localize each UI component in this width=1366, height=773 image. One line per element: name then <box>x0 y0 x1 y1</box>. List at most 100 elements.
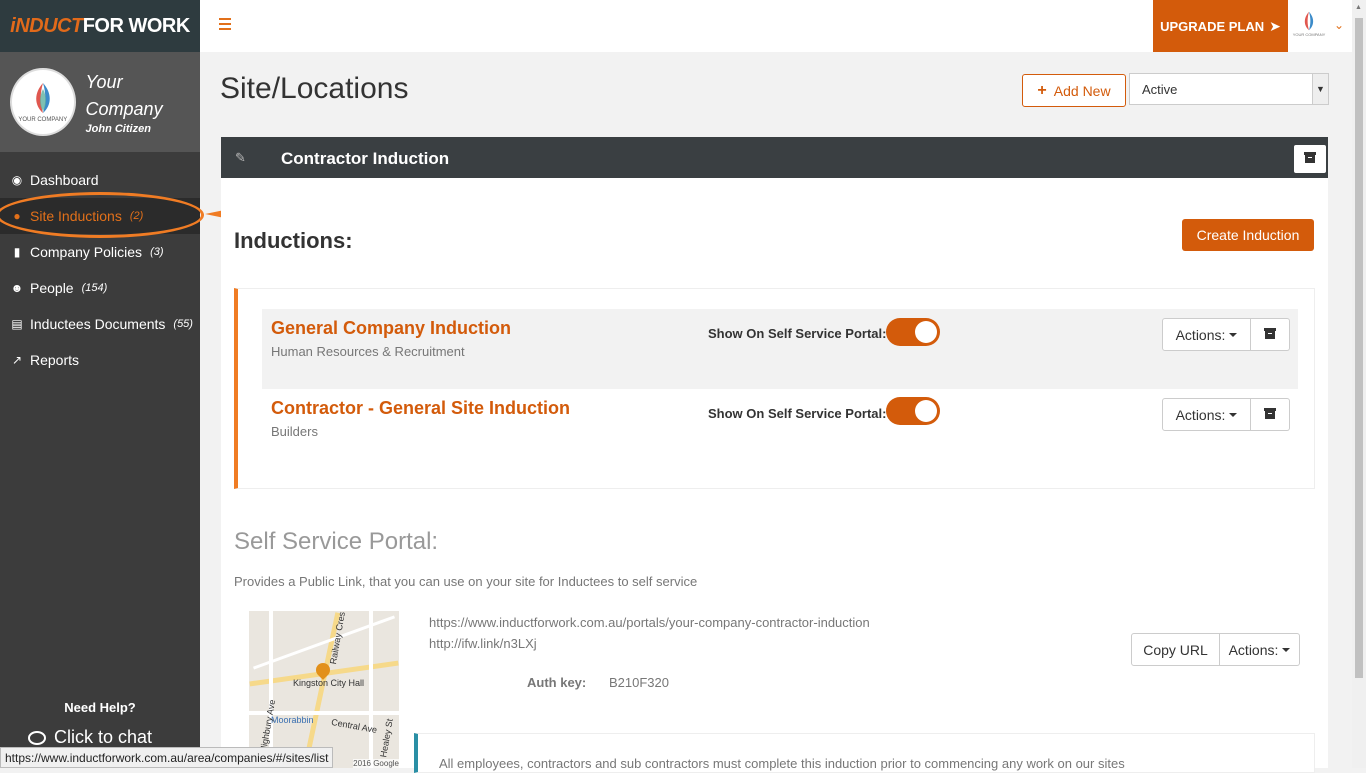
inductions-heading: Inductions: <box>234 228 353 253</box>
actions-label: Actions: <box>1175 406 1226 423</box>
portal-toggle-label: Show On Self Service Portal: <box>708 406 887 421</box>
chat-bubble-icon <box>28 730 46 745</box>
edit-icon[interactable]: ✎ <box>235 150 246 166</box>
sidebar-item-people[interactable]: ☻ People (154) <box>0 270 200 306</box>
actions-label: Actions: <box>1175 326 1226 343</box>
induction-subtitle: Builders <box>271 424 318 439</box>
chart-line-icon: ↗ <box>11 353 23 367</box>
select-arrow-icon: ▼ <box>1312 74 1328 104</box>
auth-key-value: B210F320 <box>609 675 669 690</box>
induction-actions-button[interactable]: Actions: <box>1162 398 1251 431</box>
page-title: Site/Locations <box>220 72 409 105</box>
top-bar: UPGRADE PLAN ➤ YOUR COMPANY ⌄ <box>200 0 1352 52</box>
sidebar-item-count: (55) <box>173 318 193 330</box>
company-name: Your Company <box>85 72 163 119</box>
sidebar-item-label: Reports <box>30 352 80 368</box>
account-avatar[interactable]: YOUR COMPANY <box>1292 10 1326 42</box>
map-label: Healey St <box>378 717 395 759</box>
plus-icon: + <box>1037 81 1047 99</box>
menu-toggle-icon[interactable] <box>219 18 231 32</box>
portal-toggle[interactable] <box>886 318 940 346</box>
chat-link[interactable]: Click to chat <box>28 727 152 748</box>
induction-row: Contractor - General Site Induction Buil… <box>262 389 1298 469</box>
status-filter-select[interactable]: Active ▼ <box>1129 73 1329 105</box>
company-logo: YOUR COMPANY <box>10 68 76 136</box>
need-help-label: Need Help? <box>64 700 136 715</box>
sidebar: iNDUCT FOR WORK YOUR COMPANY Your Company… <box>0 0 200 768</box>
add-new-label: Add New <box>1053 82 1111 99</box>
account-avatar-text: YOUR COMPANY <box>1292 32 1326 37</box>
toggle-knob <box>915 400 937 422</box>
portal-description: Provides a Public Link, that you can use… <box>234 574 698 589</box>
sidebar-item-label: Inductees Documents <box>30 316 166 332</box>
upgrade-plan-button[interactable]: UPGRADE PLAN ➤ <box>1153 0 1288 52</box>
add-new-button[interactable]: + Add New <box>1022 74 1126 107</box>
inductions-list: General Company Induction Human Resource… <box>234 288 1315 489</box>
sidebar-item-site-inductions[interactable]: ● Site Inductions (2) <box>0 198 200 234</box>
portal-heading: Self Service Portal: <box>234 528 439 555</box>
sidebar-item-dashboard[interactable]: ◉ Dashboard <box>0 162 200 198</box>
site-title: Contractor Induction <box>281 149 450 168</box>
portal-url[interactable]: https://www.inductforwork.com.au/portals… <box>429 615 870 630</box>
induction-title[interactable]: Contractor - General Site Induction <box>271 398 570 419</box>
portal-short-url[interactable]: http://ifw.link/n3LXj <box>429 636 537 651</box>
site-panel-header: ✎ Contractor Induction <box>221 137 1328 178</box>
sidebar-item-company-policies[interactable]: ▮ Company Policies (3) <box>0 234 200 270</box>
sidebar-nav: ◉ Dashboard ● Site Inductions (2) ▮ Comp… <box>0 162 200 378</box>
sidebar-item-count: (154) <box>81 282 108 294</box>
induction-row: General Company Induction Human Resource… <box>262 309 1298 389</box>
document-icon: ▤ <box>11 317 23 331</box>
map-label: Kingston City Hall <box>293 678 365 688</box>
induction-actions-button[interactable]: Actions: <box>1162 318 1251 351</box>
sidebar-item-label: Company Policies <box>30 244 143 260</box>
sidebar-item-label: People <box>30 280 74 296</box>
users-icon: ☻ <box>10 281 24 295</box>
paper-plane-icon: ➤ <box>1269 17 1281 34</box>
scroll-up-icon[interactable]: ▲ <box>1355 4 1362 11</box>
portal-toggle[interactable] <box>886 397 940 425</box>
portal-actions-button[interactable]: Actions: <box>1220 633 1300 666</box>
portal-note-text: All employees, contractors and sub contr… <box>439 756 1125 771</box>
archive-site-button[interactable] <box>1294 145 1326 173</box>
map-copyright: 2016 Google <box>353 759 399 768</box>
map-label: Moorabbin <box>271 715 314 725</box>
induction-title[interactable]: General Company Induction <box>271 318 511 339</box>
sidebar-item-label: Dashboard <box>30 172 99 188</box>
status-filter-value: Active <box>1142 82 1178 97</box>
user-name: John Citizen <box>85 123 151 135</box>
upgrade-plan-label: UPGRADE PLAN <box>1160 18 1265 34</box>
brand-logo[interactable]: iNDUCT FOR WORK <box>0 0 200 52</box>
sidebar-item-inductees-documents[interactable]: ▤ Inductees Documents (55) <box>0 306 200 342</box>
auth-key-label: Auth key: <box>527 675 587 690</box>
company-logo-small-icon <box>1304 11 1314 31</box>
archive-icon <box>1264 327 1276 339</box>
book-icon: ▮ <box>13 245 21 259</box>
copy-url-button[interactable]: Copy URL <box>1131 633 1220 666</box>
induction-subtitle: Human Resources & Recruitment <box>271 344 465 359</box>
sidebar-item-reports[interactable]: ↗ Reports <box>0 342 200 378</box>
portal-toggle-label: Show On Self Service Portal: <box>708 326 887 341</box>
brand-logo-part2: FOR WORK <box>82 14 191 37</box>
caret-down-icon <box>1229 412 1238 417</box>
archive-induction-button[interactable] <box>1251 398 1290 431</box>
browser-status-bar: https://www.inductforwork.com.au/area/co… <box>0 747 334 768</box>
company-logo-icon <box>36 83 50 113</box>
actions-label: Actions: <box>1228 641 1279 658</box>
archive-induction-button[interactable] <box>1251 318 1290 351</box>
portal-note: All employees, contractors and sub contr… <box>414 733 1315 773</box>
location-map[interactable]: Kingston City Hall Moorabbin Central Ave… <box>249 611 399 768</box>
chevron-down-icon[interactable]: ⌄ <box>1334 18 1344 32</box>
company-logo-text: YOUR COMPANY <box>18 117 68 123</box>
caret-down-icon <box>1282 647 1291 652</box>
page-scrollbar[interactable]: ▲ <box>1352 0 1366 768</box>
scrollbar-thumb[interactable] <box>1355 18 1363 678</box>
map-marker-icon: ● <box>13 209 21 223</box>
caret-down-icon <box>1229 332 1238 337</box>
brand-logo-part1: iNDUCT <box>10 14 83 37</box>
sidebar-item-count: (2) <box>129 210 144 222</box>
dashboard-icon: ◉ <box>11 173 23 187</box>
sidebar-item-label: Site Inductions <box>30 208 122 224</box>
user-profile: YOUR COMPANY Your Company John Citizen <box>0 52 200 152</box>
create-induction-button[interactable]: Create Induction <box>1182 219 1314 251</box>
archive-icon <box>1264 407 1276 419</box>
